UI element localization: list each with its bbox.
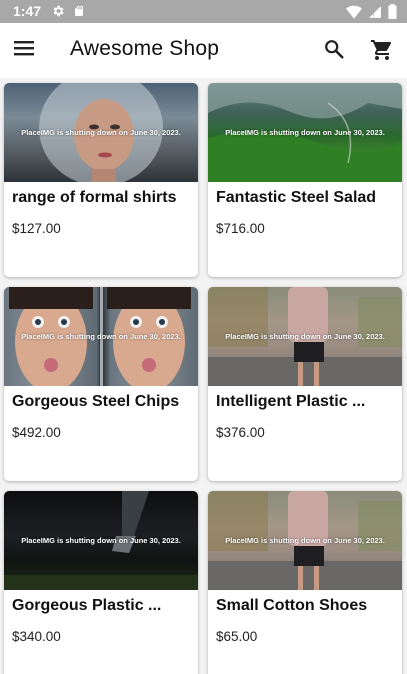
image-placeholder-caption: PlaceIMG is shutting down on June 30, 20… bbox=[225, 128, 385, 137]
signal-icon: ! bbox=[368, 5, 382, 24]
product-price: $716.00 bbox=[216, 221, 265, 236]
product-image: PlaceIMG is shutting down on June 30, 20… bbox=[208, 287, 402, 386]
product-name: Gorgeous Plastic ... bbox=[12, 597, 162, 614]
status-right-icons: ! bbox=[346, 4, 397, 24]
product-card[interactable]: PlaceIMG is shutting down on June 30, 20… bbox=[208, 83, 402, 277]
menu-button[interactable] bbox=[14, 39, 40, 63]
product-card[interactable]: PlaceIMG is shutting down on June 30, 20… bbox=[208, 491, 402, 674]
product-image: PlaceIMG is shutting down on June 30, 20… bbox=[208, 83, 402, 182]
image-placeholder-caption: PlaceIMG is shutting down on June 30, 20… bbox=[21, 536, 181, 545]
svg-text:!: ! bbox=[373, 13, 375, 19]
product-image: PlaceIMG is shutting down on June 30, 20… bbox=[4, 287, 198, 386]
product-price: $340.00 bbox=[12, 629, 61, 644]
status-bar: 1:47 ! bbox=[0, 0, 407, 23]
shopping-cart-icon bbox=[370, 40, 394, 66]
settings-gear-icon bbox=[51, 4, 65, 23]
product-name: Small Cotton Shoes bbox=[216, 597, 368, 614]
image-placeholder-caption: PlaceIMG is shutting down on June 30, 20… bbox=[225, 332, 385, 341]
sd-card-icon bbox=[73, 4, 85, 23]
product-card[interactable]: PlaceIMG is shutting down on June 30, 20… bbox=[4, 491, 198, 674]
product-name: Fantastic Steel Salad bbox=[216, 189, 377, 206]
product-price: $376.00 bbox=[216, 425, 265, 440]
product-price: $65.00 bbox=[216, 629, 258, 644]
wifi-icon bbox=[346, 5, 362, 24]
image-placeholder-caption: PlaceIMG is shutting down on June 30, 20… bbox=[21, 128, 181, 137]
product-price: $127.00 bbox=[12, 221, 61, 236]
product-name: range of formal shirts bbox=[12, 189, 177, 206]
product-image: PlaceIMG is shutting down on June 30, 20… bbox=[4, 83, 198, 182]
product-image: PlaceIMG is shutting down on June 30, 20… bbox=[208, 491, 402, 590]
search-button[interactable] bbox=[323, 38, 347, 62]
status-time: 1:47 bbox=[13, 3, 42, 19]
product-name: Intelligent Plastic ... bbox=[216, 393, 366, 410]
battery-icon bbox=[388, 4, 397, 24]
hamburger-menu-icon bbox=[14, 41, 36, 61]
product-name: Gorgeous Steel Chips bbox=[12, 393, 180, 410]
product-card[interactable]: PlaceIMG is shutting down on June 30, 20… bbox=[4, 287, 198, 481]
product-image: PlaceIMG is shutting down on June 30, 20… bbox=[4, 491, 198, 590]
status-left-icons bbox=[51, 4, 85, 23]
product-price: $492.00 bbox=[12, 425, 61, 440]
image-placeholder-caption: PlaceIMG is shutting down on June 30, 20… bbox=[225, 536, 385, 545]
search-icon bbox=[323, 40, 345, 64]
app-title: Awesome Shop bbox=[70, 37, 220, 60]
image-placeholder-caption: PlaceIMG is shutting down on June 30, 20… bbox=[21, 332, 181, 341]
cart-button[interactable] bbox=[370, 38, 396, 64]
app-bar: Awesome Shop bbox=[0, 23, 407, 78]
product-card[interactable]: PlaceIMG is shutting down on June 30, 20… bbox=[208, 287, 402, 481]
product-card[interactable]: PlaceIMG is shutting down on June 30, 20… bbox=[4, 83, 198, 277]
